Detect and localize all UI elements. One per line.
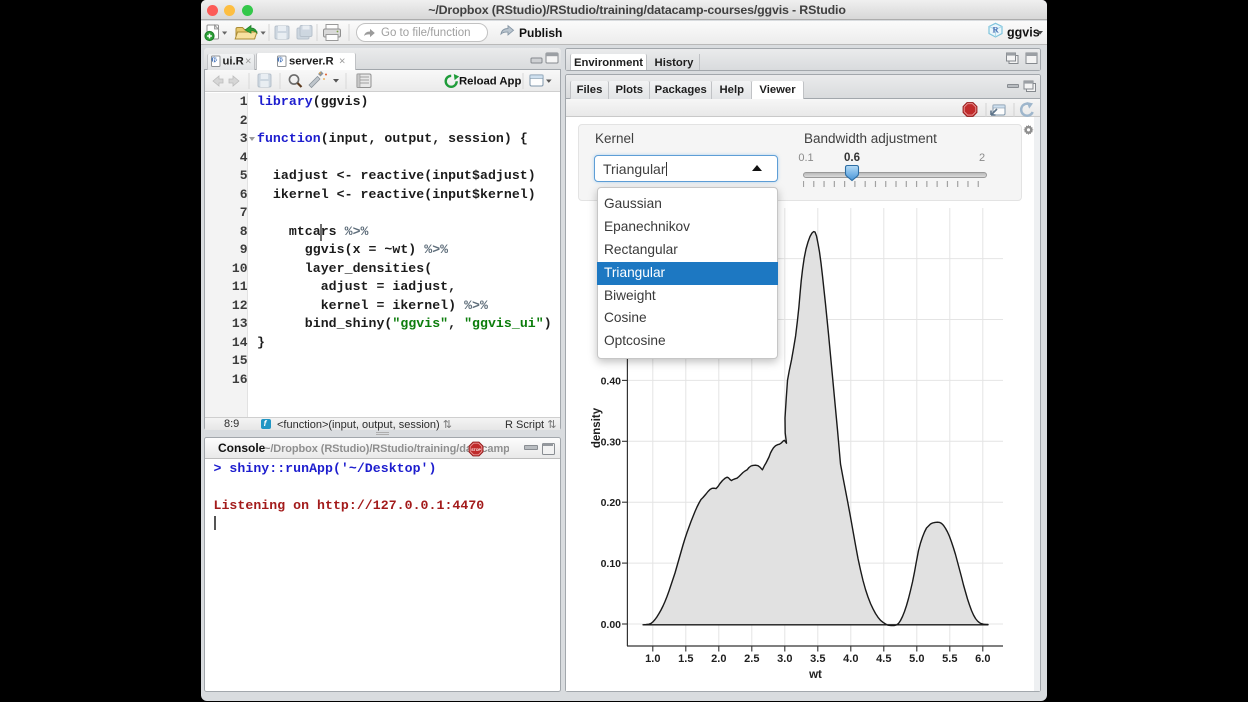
- svg-text:2.5: 2.5: [744, 653, 759, 665]
- svg-text:×: ×: [339, 56, 345, 68]
- svg-text:density: density: [591, 407, 603, 448]
- svg-text:4.0: 4.0: [843, 653, 858, 665]
- svg-text:0.00: 0.00: [601, 619, 622, 631]
- svg-text:5.5: 5.5: [942, 653, 957, 665]
- svg-text:ggvis: ggvis: [1007, 26, 1040, 40]
- svg-text:1.5: 1.5: [678, 653, 693, 665]
- svg-text:Reload App: Reload App: [459, 76, 521, 88]
- svg-text:Publish: Publish: [519, 26, 562, 40]
- svg-text:0.40: 0.40: [601, 375, 622, 387]
- svg-text:2.0: 2.0: [711, 653, 726, 665]
- svg-text:STOP: STOP: [471, 448, 481, 452]
- svg-text:0.20: 0.20: [601, 497, 622, 509]
- svg-text:5.0: 5.0: [909, 653, 924, 665]
- svg-text:server.R: server.R: [289, 56, 334, 68]
- svg-text:1.0: 1.0: [645, 653, 660, 665]
- svg-text:3.5: 3.5: [810, 653, 825, 665]
- svg-text:3.0: 3.0: [777, 653, 792, 665]
- svg-text:wt: wt: [808, 669, 822, 681]
- svg-text:R: R: [213, 58, 218, 64]
- svg-text:6.0: 6.0: [975, 653, 990, 665]
- svg-text:R: R: [993, 25, 1000, 35]
- svg-text:0.10: 0.10: [601, 558, 622, 570]
- svg-text:R: R: [279, 58, 284, 64]
- svg-text:0.30: 0.30: [601, 436, 622, 448]
- svg-text:ui.R: ui.R: [223, 56, 244, 68]
- svg-text:4.5: 4.5: [876, 653, 891, 665]
- svg-text:×: ×: [245, 56, 251, 68]
